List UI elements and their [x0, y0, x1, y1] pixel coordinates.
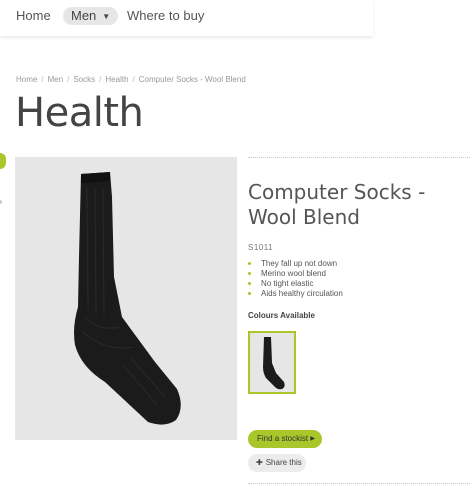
breadcrumb-separator: / — [99, 75, 102, 84]
colour-swatch-black[interactable] — [248, 331, 296, 394]
plus-icon: ✚ — [256, 458, 263, 467]
divider — [248, 483, 470, 484]
breadcrumb-separator: / — [132, 75, 135, 84]
breadcrumb: Home / Men / Socks / Health / Computer Socks - W… — [16, 75, 246, 84]
feature-text: They fall up not down — [261, 259, 338, 268]
chevron-down-icon: ▼ — [102, 12, 111, 21]
nav-men-label: Men — [71, 8, 97, 23]
bullet-icon — [248, 282, 251, 285]
product-name-line2: Wool Blend — [248, 205, 360, 229]
share-label: Share this — [265, 458, 302, 467]
nav-home[interactable]: Home — [16, 7, 51, 25]
product-image[interactable] — [15, 157, 237, 440]
breadcrumb-current: Computer Socks - Wool Blend — [138, 75, 246, 84]
share-button[interactable]: ✚ Share this — [248, 454, 306, 472]
colours-available-heading: Colours Available — [248, 311, 315, 320]
nav-men-dropdown[interactable]: Men ▼ — [63, 7, 119, 25]
page-title: Health — [15, 90, 144, 136]
arrow-right-icon: ▶ — [310, 436, 315, 442]
breadcrumb-health[interactable]: Health — [105, 75, 128, 84]
product-name: Computer Socks - Wool Blend — [248, 180, 448, 230]
breadcrumb-separator: / — [67, 75, 70, 84]
feature-list: They fall up not down Merino wool blend … — [248, 259, 343, 299]
breadcrumb-home[interactable]: Home — [16, 75, 37, 84]
sock-image-icon — [74, 172, 181, 425]
feature-item: They fall up not down — [248, 259, 343, 269]
find-stockist-label: Find a stockist — [257, 434, 309, 443]
breadcrumb-socks[interactable]: Socks — [73, 75, 95, 84]
feature-item: Aids healthy circulation — [248, 289, 343, 299]
breadcrumb-separator: / — [41, 75, 44, 84]
feature-text: Aids healthy circulation — [261, 289, 343, 298]
feature-item: No tight elastic — [248, 279, 343, 289]
divider — [248, 157, 470, 158]
find-stockist-button[interactable]: Find a stockist ▶ — [248, 430, 322, 448]
feature-item: Merino wool blend — [248, 269, 343, 279]
feature-text: No tight elastic — [261, 279, 314, 288]
feature-text: Merino wool blend — [261, 269, 326, 278]
product-sku: S1011 — [248, 243, 274, 252]
side-tab-indicator[interactable] — [0, 153, 6, 169]
breadcrumb-men[interactable]: Men — [48, 75, 64, 84]
product-name-line1: Computer Socks - — [248, 180, 426, 204]
bullet-icon — [248, 262, 251, 265]
top-nav: Home Men ▼ Where to buy — [0, 0, 373, 36]
bullet-icon — [248, 292, 251, 295]
nav-where-to-buy[interactable]: Where to buy — [127, 7, 204, 25]
sock-swatch-icon — [263, 337, 285, 390]
bullet-icon — [248, 272, 251, 275]
side-dot — [0, 200, 2, 204]
